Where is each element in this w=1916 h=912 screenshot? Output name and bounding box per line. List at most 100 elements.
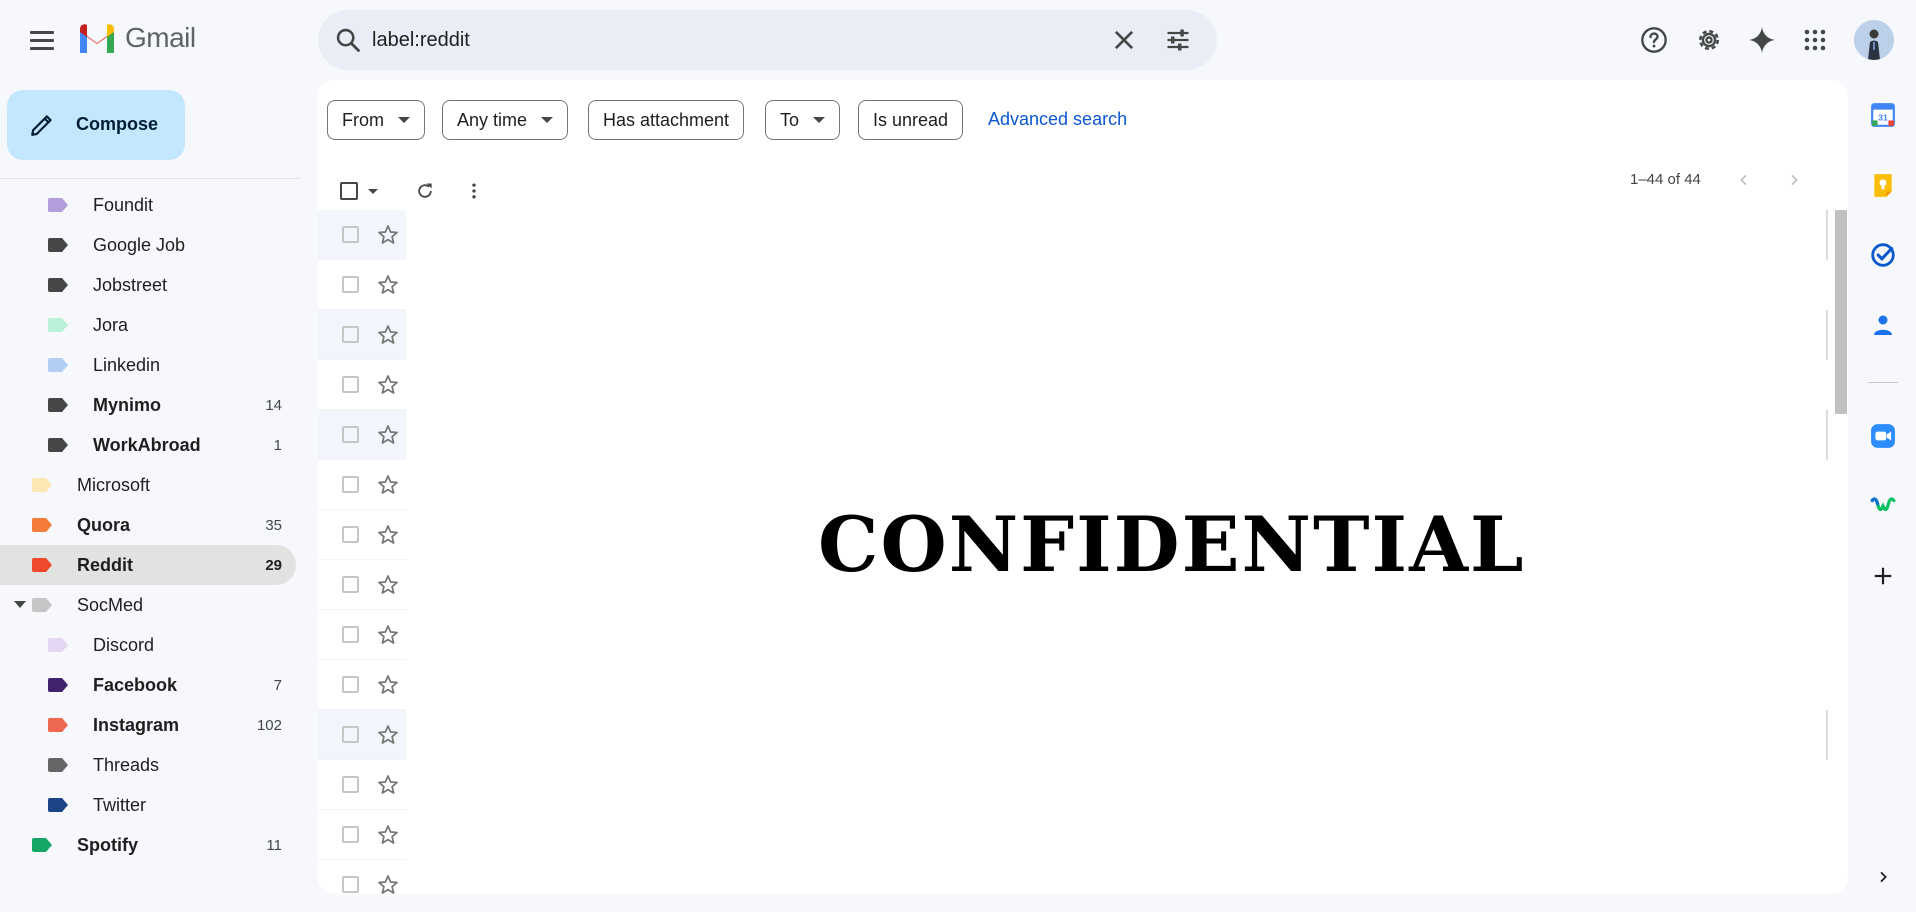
get-add-ons-button[interactable] [1868,561,1898,591]
sidebar-item-workabroad[interactable]: WorkAbroad 1 [0,425,296,465]
sidebar-item-jora[interactable]: Jora [0,305,296,345]
star-icon[interactable] [376,623,400,647]
row-checkbox[interactable] [342,376,359,393]
message-row[interactable] [318,610,1826,660]
message-row[interactable] [318,810,1826,860]
star-icon[interactable] [376,323,400,347]
message-row[interactable] [318,710,1828,760]
message-row[interactable] [318,310,1828,360]
star-icon[interactable] [376,423,400,447]
star-icon[interactable] [376,523,400,547]
message-row[interactable] [318,660,1826,710]
sidebar-item-quora[interactable]: Quora 35 [0,505,296,545]
keep-app-button[interactable] [1868,170,1898,200]
row-checkbox[interactable] [342,576,359,593]
clear-search-icon[interactable] [1110,26,1138,54]
calendar-app-button[interactable]: 31 [1868,100,1898,130]
sidebar-item-microsoft[interactable]: Microsoft [0,465,296,505]
more-options-button[interactable] [461,178,487,204]
pagination-range[interactable]: 1–44 of 44 [1630,171,1701,188]
search-bar[interactable] [318,10,1217,70]
message-row[interactable] [318,210,1828,260]
row-checkbox[interactable] [342,226,359,243]
sidebar-item-instagram[interactable]: Instagram 102 [0,705,296,745]
sidebar-item-twitter[interactable]: Twitter [0,785,296,825]
star-icon[interactable] [376,873,400,894]
webex-app-button[interactable] [1868,491,1898,521]
star-icon[interactable] [376,823,400,847]
google-apps-button[interactable] [1795,20,1835,60]
message-content-redacted[interactable] [406,710,1826,760]
settings-button[interactable] [1689,20,1729,60]
message-content-redacted[interactable] [406,810,1826,860]
sidebar-item-foundit[interactable]: Foundit [0,185,296,225]
message-row[interactable] [318,360,1826,410]
show-side-panel-button[interactable] [1868,862,1898,892]
message-row[interactable] [318,410,1828,460]
message-content-redacted[interactable] [406,760,1826,810]
row-checkbox[interactable] [342,626,359,643]
message-content-redacted[interactable] [406,310,1826,360]
star-icon[interactable] [376,573,400,597]
filter-has-attachment-chip[interactable]: Has attachment [588,100,745,140]
main-menu-button[interactable] [20,20,64,60]
message-content-redacted[interactable] [406,410,1826,460]
support-button[interactable] [1634,20,1674,60]
message-row[interactable] [318,760,1826,810]
select-all-checkbox[interactable] [340,182,358,200]
sidebar-item-google-job[interactable]: Google Job [0,225,296,265]
star-icon[interactable] [376,373,400,397]
select-options-icon[interactable] [368,189,378,194]
compose-button[interactable]: Compose [7,90,185,160]
star-icon[interactable] [376,673,400,697]
advanced-search-link[interactable]: Advanced search [988,109,1127,130]
sidebar-item-spotify[interactable]: Spotify 11 [0,825,296,865]
list-scrollbar-thumb[interactable] [1835,210,1847,414]
sidebar-item-mynimo[interactable]: Mynimo 14 [0,385,296,425]
sidebar-item-facebook[interactable]: Facebook 7 [0,665,296,705]
row-checkbox[interactable] [342,726,359,743]
star-icon[interactable] [376,273,400,297]
sidebar-item-discord[interactable]: Discord [0,625,296,665]
refresh-button[interactable] [412,178,438,204]
gmail-logo[interactable]: Gmail [77,22,196,54]
message-content-redacted[interactable] [406,660,1826,710]
search-input[interactable] [372,22,1072,58]
row-checkbox[interactable] [342,526,359,543]
older-page-button[interactable] [1782,168,1806,192]
message-row[interactable] [318,260,1826,310]
tasks-app-button[interactable] [1868,240,1898,270]
sidebar-item-jobstreet[interactable]: Jobstreet [0,265,296,305]
star-icon[interactable] [376,223,400,247]
message-content-redacted[interactable] [406,610,1826,660]
row-checkbox[interactable] [342,876,359,893]
gemini-button[interactable] [1742,20,1782,60]
row-checkbox[interactable] [342,476,359,493]
search-options-icon[interactable] [1164,26,1192,54]
zoom-app-button[interactable] [1868,421,1898,451]
filter-from-chip[interactable]: From [327,100,425,140]
star-icon[interactable] [376,723,400,747]
account-avatar[interactable] [1854,20,1894,60]
sidebar-item-linkedin[interactable]: Linkedin [0,345,296,385]
star-icon[interactable] [376,773,400,797]
row-checkbox[interactable] [342,676,359,693]
message-content-redacted[interactable] [406,210,1826,260]
newer-page-button[interactable] [1732,168,1756,192]
row-checkbox[interactable] [342,826,359,843]
row-checkbox[interactable] [342,276,359,293]
row-checkbox[interactable] [342,776,359,793]
sidebar-item-socmed[interactable]: SocMed [0,585,296,625]
filter-any-time-chip[interactable]: Any time [442,100,569,140]
sidebar-item-threads[interactable]: Threads [0,745,296,785]
star-icon[interactable] [376,473,400,497]
collapse-arrow-icon[interactable] [14,601,26,608]
row-checkbox[interactable] [342,326,359,343]
sidebar-item-reddit[interactable]: Reddit 29 [0,545,296,585]
message-content-redacted[interactable] [406,360,1826,410]
search-icon[interactable] [334,26,362,54]
filter-is-unread-chip[interactable]: Is unread [858,100,964,140]
message-content-redacted[interactable] [406,260,1826,310]
filter-to-chip[interactable]: To [765,100,841,140]
message-row[interactable] [318,860,1826,894]
